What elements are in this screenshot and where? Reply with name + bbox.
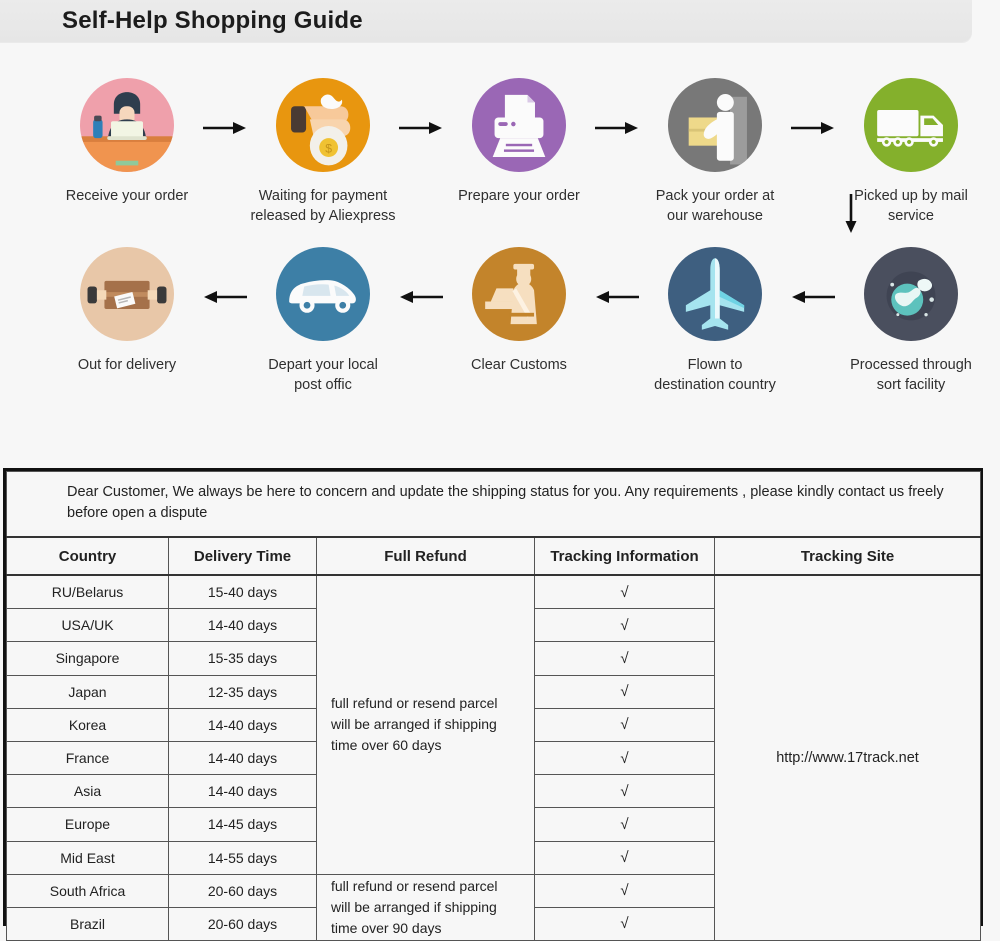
cell-delivery-time: 20-60 days [168, 873, 317, 908]
cell-delivery-time: 14-40 days [168, 707, 317, 742]
cell-full-refund-group-1: full refund or resend parcel will be arr… [316, 574, 535, 875]
cell-delivery-time: 20-60 days [168, 906, 317, 941]
delivery-truck-icon [864, 78, 958, 172]
title-bar: Self-Help Shopping Guide [0, 0, 972, 42]
flow-step-label: Depart your local post offic [268, 357, 378, 393]
flow-step-ltr-1[interactable]: Receive your order [52, 78, 202, 206]
column-header-delivery-time: Delivery Time [168, 536, 317, 576]
arrow-right-icon [791, 122, 834, 134]
cell-delivery-time: 15-40 days [168, 574, 317, 610]
cell-tracking-information: √ [534, 707, 715, 742]
parcel-box-icon [80, 247, 174, 341]
cell-country: RU/Belarus [6, 574, 169, 610]
arrow-right-icon [399, 122, 442, 134]
arrow-right-icon [595, 122, 638, 134]
shipping-info-table-container: Dear Customer, We always be here to conc… [3, 468, 983, 941]
flow-step-label: Out for delivery [77, 357, 177, 373]
table-body: RU/Belarus 15-40 days full refund or rese… [6, 574, 982, 941]
flow-arrow [790, 78, 836, 178]
flow-step-rtl-3[interactable]: Clear Customs [444, 247, 594, 375]
arrow-left-icon [792, 291, 835, 303]
flow-arrow [398, 78, 444, 178]
cell-country: South Africa [6, 873, 169, 908]
cell-tracking-information: √ [534, 641, 715, 676]
flow-arrow [594, 247, 640, 347]
cell-country: France [6, 740, 169, 776]
sorting-facility-globe-icon [864, 247, 958, 341]
flow-step-ltr-4[interactable]: Pack your order at our warehouse [640, 78, 790, 226]
arrow-left-icon [596, 291, 639, 303]
person-at-laptop-icon [80, 78, 174, 172]
table-row: RU/Belarus 15-40 days full refund or rese… [6, 574, 982, 941]
cell-country: Korea [6, 707, 169, 742]
flow-arrow [790, 247, 836, 347]
cell-tracking-information: √ [534, 906, 715, 941]
flow-arrow [398, 247, 444, 347]
flow-step-ltr-2[interactable]: $ Waiting for payment released by Aliexp… [248, 78, 398, 226]
flow-step-rtl-4[interactable]: Flown to destination country [640, 247, 790, 395]
cell-tracking-site[interactable]: http://www.17track.net [713, 574, 982, 941]
cell-tracking-information: √ [534, 840, 715, 875]
cell-country: Mid East [6, 840, 169, 875]
table-header-row: Country Delivery Time Full Refund Tracki… [6, 536, 982, 576]
svg-text:$: $ [325, 141, 332, 155]
flow-step-label: Receive your order [65, 188, 189, 204]
cell-tracking-information: √ [534, 608, 715, 643]
flow-step-rtl-5[interactable]: Processed through sort facility [836, 247, 986, 395]
cell-full-refund-group-2: full refund or resend parcel will be arr… [316, 873, 535, 941]
cell-delivery-time: 14-40 days [168, 608, 317, 643]
arrow-right-icon [203, 122, 246, 134]
shipping-flow-diagram: Receive your order $ Waiting for payment… [0, 42, 1000, 452]
cell-country: Japan [6, 674, 169, 709]
printer-icon [472, 78, 566, 172]
flow-step-label: Waiting for payment released by Aliexpre… [250, 188, 396, 224]
cell-tracking-information: √ [534, 774, 715, 809]
cell-country: Europe [6, 807, 169, 842]
shipping-info-table: Dear Customer, We always be here to conc… [5, 471, 982, 941]
cell-delivery-time: 14-55 days [168, 840, 317, 875]
flow-row-2: Out for delivery Depart your local post … [0, 247, 1000, 395]
flow-step-label: Processed through sort facility [850, 357, 972, 393]
customer-notice-row: Dear Customer, We always be here to conc… [5, 471, 982, 538]
cell-delivery-time: 14-40 days [168, 740, 317, 776]
cell-tracking-information: √ [534, 674, 715, 709]
column-header-country: Country [6, 536, 169, 576]
flow-arrow [594, 78, 640, 178]
cell-delivery-time: 14-45 days [168, 807, 317, 842]
cell-country: Brazil [6, 906, 169, 941]
flow-step-label: Pack your order at our warehouse [655, 188, 775, 224]
flow-step-label: Prepare your order [458, 188, 580, 204]
flow-step-rtl-1[interactable]: Out for delivery [52, 247, 202, 375]
flow-step-ltr-3[interactable]: Prepare your order [444, 78, 594, 206]
cell-tracking-information: √ [534, 574, 715, 610]
arrow-left-icon [400, 291, 443, 303]
column-header-full-refund: Full Refund [316, 536, 535, 576]
worker-with-box-icon [668, 78, 762, 172]
cell-tracking-information: √ [534, 807, 715, 842]
cell-delivery-time: 15-35 days [168, 641, 317, 676]
cell-country: Singapore [6, 641, 169, 676]
column-header-tracking-information: Tracking Information [534, 536, 715, 576]
cell-country: USA/UK [6, 608, 169, 643]
cell-tracking-information: √ [534, 740, 715, 776]
cell-delivery-time: 12-35 days [168, 674, 317, 709]
flow-arrow [202, 247, 248, 347]
flow-arrow [202, 78, 248, 178]
column-header-tracking-site: Tracking Site [713, 536, 982, 576]
cell-tracking-information: √ [534, 873, 715, 908]
hand-with-money-bag-icon: $ [276, 78, 370, 172]
flow-step-label: Clear Customs [471, 357, 567, 373]
flow-connector-down [806, 192, 896, 236]
customer-notice-text: Dear Customer, We always be here to conc… [5, 471, 982, 538]
arrow-left-icon [204, 291, 247, 303]
delivery-van-icon [276, 247, 370, 341]
cell-country: Asia [6, 774, 169, 809]
airplane-icon [668, 247, 762, 341]
page-title: Self-Help Shopping Guide [62, 7, 363, 34]
flow-step-label: Flown to destination country [654, 357, 776, 393]
flow-step-rtl-2[interactable]: Depart your local post offic [248, 247, 398, 395]
cell-delivery-time: 14-40 days [168, 774, 317, 809]
customs-officer-icon [472, 247, 566, 341]
arrow-down-icon [845, 194, 857, 233]
